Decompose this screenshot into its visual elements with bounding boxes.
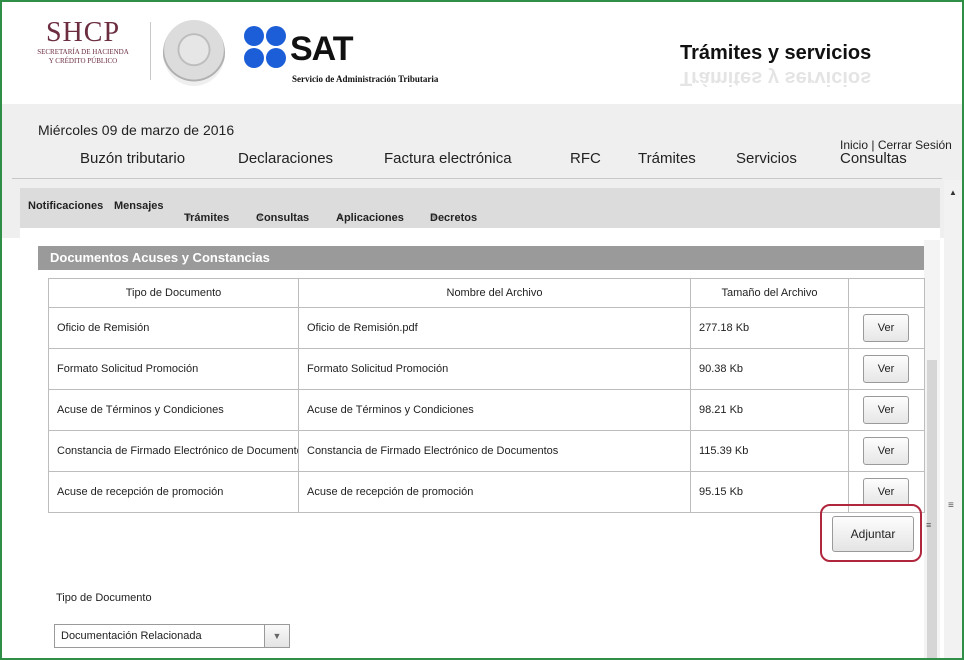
cell-tamano: 90.38 Kb [690,348,849,390]
shcp-logo-text: SHCP [45,17,121,48]
cell-nombre: Acuse de Términos y Condiciones [298,389,691,431]
nav-declaraciones[interactable]: Declaraciones [238,150,333,167]
site-header: SHCP SECRETARÍA DE HACIENDA Y CRÉDITO PÚ… [2,2,962,104]
table-row: Acuse de recepción de promoción Acuse de… [48,471,925,513]
subnav-aplicaciones-label: Aplicaciones [336,212,404,224]
content-scrollbar-thumb[interactable] [927,360,937,658]
cell-tamano: 98.21 Kb [690,389,849,431]
scrollbar-grip-icon[interactable]: ≡ [926,520,931,530]
cell-tipo: Oficio de Remisión [48,307,299,349]
current-date: Miércoles 09 de marzo de 2016 [38,122,235,138]
table-row: Oficio de Remisión Oficio de Remisión.pd… [48,307,925,349]
adjuntar-button[interactable]: Adjuntar [832,516,914,552]
subnav-mensajes[interactable]: Mensajes [114,200,164,212]
cell-tipo: Formato Solicitud Promoción [48,348,299,390]
nav-buzon-tributario[interactable]: Buzón tributario [80,150,185,167]
nav-tramites[interactable]: Trámites [638,150,696,167]
table-row: Formato Solicitud Promoción Formato Soli… [48,348,925,390]
subnav-tramites-label: Trámites [184,212,230,224]
nav-factura-electronica[interactable]: Factura electrónica [384,150,512,167]
main-nav: Buzón tributario Declaraciones Factura e… [2,142,962,178]
cell-nombre: Acuse de recepción de promoción [298,471,691,513]
cell-action: Ver [848,389,925,431]
subnav-decretos-label: Decretos [430,212,478,224]
cell-tipo: Constancia de Firmado Electrónico de Doc… [48,430,299,472]
cell-action: Ver [848,307,925,349]
logo-divider [150,22,151,80]
cell-action: Ver [848,430,925,472]
tipo-documento-value: Documentación Relacionada [61,630,202,642]
table-header-row: Tipo de Documento Nombre del Archivo Tam… [48,278,925,308]
scrollbar-grip-icon[interactable]: ≡ [948,500,954,511]
sat-logo-text: SAT [290,30,353,68]
cell-nombre: Formato Solicitud Promoción [298,348,691,390]
nav-divider [12,178,942,179]
national-seal-icon [163,20,225,86]
chevron-down-icon[interactable]: ▼ [264,625,289,647]
ver-button[interactable]: Ver [863,396,909,424]
ver-button[interactable]: Ver [863,314,909,342]
ver-button[interactable]: Ver [863,478,909,506]
browser-frame: SHCP SECRETARÍA DE HACIENDA Y CRÉDITO PÚ… [0,0,964,660]
tipo-documento-select[interactable]: Documentación Relacionada ▼ [54,624,290,648]
col-header-nombre: Nombre del Archivo [298,278,691,308]
table-row: Acuse de Términos y Condiciones Acuse de… [48,389,925,431]
panel-title: Documentos Acuses y Constancias [38,246,924,270]
cell-tamano: 115.39 Kb [690,430,849,472]
shcp-logo: SHCP SECRETARÍA DE HACIENDA Y CRÉDITO PÚ… [24,18,142,82]
nav-rfc[interactable]: RFC [570,150,601,167]
shcp-logo-subtext: SECRETARÍA DE HACIENDA [37,48,129,56]
sat-subtitle: Servicio de Administración Tributaria [292,74,439,84]
cell-tipo: Acuse de Términos y Condiciones [48,389,299,431]
cell-action: Ver [848,348,925,390]
cell-tipo: Acuse de recepción de promoción [48,471,299,513]
subnav-consultas-label: Consultas [256,212,310,224]
tipo-documento-label: Tipo de Documento [56,592,152,604]
col-header-tipo: Tipo de Documento [48,278,299,308]
subnav-notificaciones[interactable]: Notificaciones [28,200,103,212]
page-scrollbar[interactable]: ▲ ≡ [944,180,962,658]
documents-table: Tipo de Documento Nombre del Archivo Tam… [48,278,925,513]
cell-nombre: Constancia de Firmado Electrónico de Doc… [298,430,691,472]
col-header-action [848,278,925,308]
col-header-tamano: Tamaño del Archivo [690,278,849,308]
page-section-title: Trámites y servicios [680,42,872,64]
page-section-title-reflection: Trámites y servicios [680,67,872,89]
sat-logo-dots-icon [244,26,288,80]
scroll-up-arrow-icon[interactable]: ▲ [949,188,957,197]
content-scrollbar[interactable]: ≡ [924,240,940,658]
ver-button[interactable]: Ver [863,437,909,465]
nav-servicios[interactable]: Servicios [736,150,797,167]
cell-nombre: Oficio de Remisión.pdf [298,307,691,349]
cell-tamano: 277.18 Kb [690,307,849,349]
shcp-logo-subtext: Y CRÉDITO PÚBLICO [48,57,118,65]
nav-consultas[interactable]: Consultas [840,150,907,167]
table-row: Constancia de Firmado Electrónico de Doc… [48,430,925,472]
ver-button[interactable]: Ver [863,355,909,383]
sub-nav: Notificaciones Mensajes ▼ Trámites ▼ Consu… [20,188,940,228]
